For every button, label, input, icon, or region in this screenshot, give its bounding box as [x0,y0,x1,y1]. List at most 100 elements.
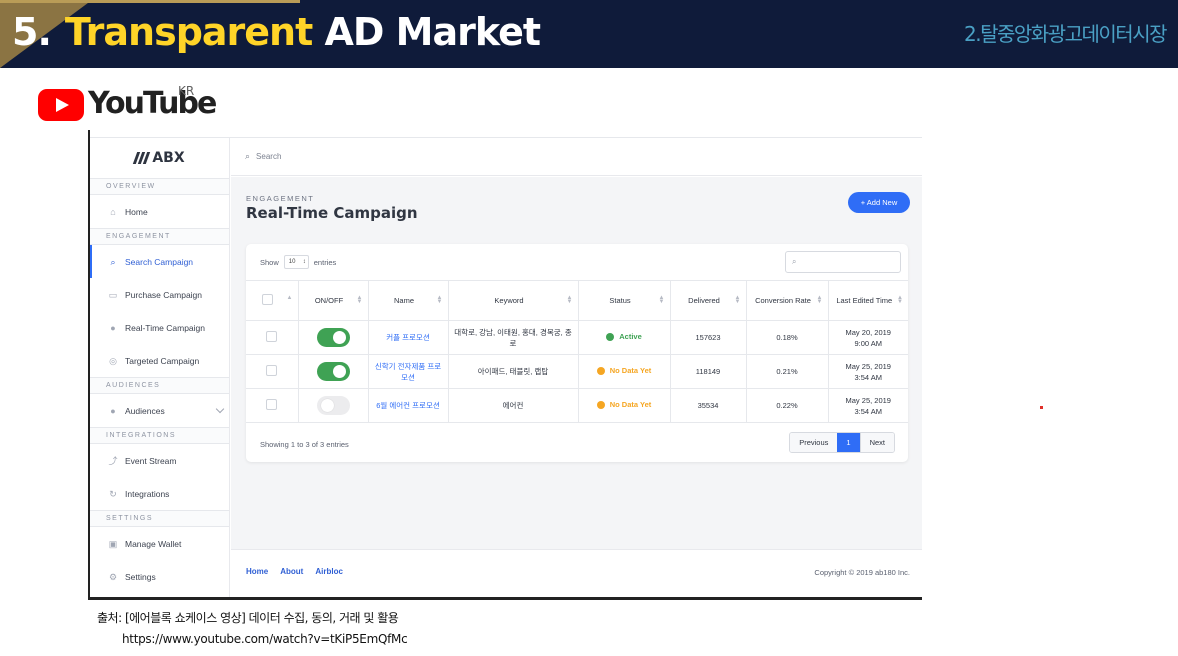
copyright: Copyright © 2019 ab180 Inc. [814,568,910,577]
target-icon: ◎ [109,355,117,366]
column-header-onoff[interactable]: ON/OFF ▲ ▼ [298,280,369,321]
delivered-value: 118149 [695,367,721,376]
row-checkbox[interactable] [266,364,278,376]
status-badge: Active [606,331,642,342]
sidebar-item-integrations[interactable]: ↻ Integrations [90,477,229,510]
entries-select[interactable]: 10 [283,255,309,269]
page-title: Real-Time Campaign [246,204,418,222]
table-row: 6월 에어컨 프로모션 에어컨 No Data Yet 35534 0.22% … [246,388,908,423]
sidebar-item-label: Audiences [125,405,165,416]
sidebar-item-label: Targeted Campaign [125,355,200,366]
search-input[interactable]: Search [256,152,281,161]
footer-link-about[interactable]: About [280,567,303,576]
onoff-toggle[interactable] [316,362,350,381]
row-checkbox[interactable] [266,330,278,342]
conversion-value: 0.22% [776,401,798,410]
source-url: https://www.youtube.com/watch?v=tKiP5EmQ… [122,632,408,646]
status-dot-icon [596,400,605,409]
column-header-keyword[interactable]: Keyword ▲ ▼ [448,280,579,321]
footer-link-home[interactable]: Home [246,567,268,576]
table-search-input[interactable]: ⌕ [785,251,901,273]
wallet-icon: ▣ [108,538,118,549]
sort-icon: ▲ ▼ [734,295,741,305]
sidebar-item-manage-wallet[interactable]: ▣ Manage Wallet [90,527,229,560]
sort-icon: ▲ ▼ [816,295,823,305]
brand[interactable]: ABX [90,138,229,178]
youtube-region: KR [178,84,195,98]
header-gold-line [0,0,300,3]
sync-icon: ↻ [109,488,117,499]
status-dot-icon [606,332,615,341]
source-caption: 출처: [에어블록 쇼케이스 영상] 데이터 수집, 동의, 거래 및 활용 [97,611,399,625]
page-1-button[interactable]: 1 [837,433,860,452]
row-checkbox[interactable] [266,398,278,410]
user-icon: ● [110,405,116,416]
sidebar-item-purchase-campaign[interactable]: ▭ Purchase Campaign [90,278,229,311]
edited-time: 3:54 AM [854,372,883,382]
slide-number: 5. [12,10,52,54]
table-info: Showing 1 to 3 of 3 entries [260,440,349,449]
slide-title-highlight: Transparent [64,10,313,54]
youtube-logo: YouTube KR [38,84,217,124]
sidebar-item-label: Manage Wallet [125,538,182,549]
abx-logo-icon [133,152,151,164]
campaign-name-link[interactable]: 6월 에어컨 프로모션 [376,401,440,410]
table-header-row: ▲ ON/OFF ▲ ▼ Name ▲ ▼ Keyword ▲ ▼ Status ▲ ▼ Del… [246,280,908,321]
sidebar-item-settings[interactable]: ⚙ Settings [90,560,229,593]
sidebar-section-settings: SETTINGS [90,510,229,527]
campaign-name-link[interactable]: 커플 프로모션 [386,333,429,342]
main-content: ENGAGEMENT Real-Time Campaign + Add New … [231,177,922,549]
column-header-name[interactable]: Name ▲ ▼ [368,280,449,321]
column-header-last-edited[interactable]: Last Edited Time ▲ ▼ [828,280,908,321]
column-header-status[interactable]: Status ▲ ▼ [578,280,671,321]
edited-date: May 25, 2019 [845,361,891,371]
sidebar-item-audiences[interactable]: ● Audiences [90,394,229,427]
slide-title: 5. Transparent AD Market [12,10,542,54]
select-all-checkbox[interactable] [262,293,274,305]
sidebar-section-audiences: AUDIENCES [90,377,229,394]
footer-link-airbloc[interactable]: Airbloc [315,567,343,576]
onoff-toggle[interactable] [316,396,350,415]
sidebar-item-label: Real-Time Campaign [125,322,205,333]
realtime-icon: ● [110,322,116,333]
campaign-name-link[interactable]: 신학기 전자제품 프로모션 [375,362,441,382]
gear-icon: ⚙ [108,571,118,582]
edited-date: May 25, 2019 [845,395,891,405]
edited-time: 9:00 AM [854,338,883,348]
sort-icon: ▲ ▼ [658,295,665,305]
campaign-keywords: 에어컨 [502,401,524,410]
app-footer: Home About Airbloc Copyright © 2019 ab18… [231,549,922,597]
app-screenshot: ABX OVERVIEW ⌂ Home ENGAGEMENT ⌕ Search … [88,130,922,600]
next-page-button[interactable]: Next [859,433,894,452]
conversion-value: 0.18% [776,333,798,342]
edited-date: May 20, 2019 [845,327,891,337]
sidebar-item-home[interactable]: ⌂ Home [90,195,229,228]
sidebar-item-realtime-campaign[interactable]: ● Real-Time Campaign [90,311,229,344]
home-icon: ⌂ [110,206,116,217]
onoff-toggle[interactable] [316,328,350,347]
status-badge: No Data Yet [596,365,651,376]
sidebar-item-label: Integrations [125,488,170,499]
page-eyebrow: ENGAGEMENT [246,194,315,203]
credit-card-icon: ▭ [108,289,118,300]
sidebar-item-search-campaign[interactable]: ⌕ Search Campaign [90,245,229,278]
column-header-conversion[interactable]: Conversion Rate ▲ ▼ [746,280,829,321]
column-header-delivered[interactable]: Delivered ▲ ▼ [670,280,747,321]
sort-icon: ▲ [286,295,293,301]
top-search-bar[interactable]: ⌕ Search [231,138,922,176]
campaign-keywords: 대학로, 강남, 이태원, 홍대, 경복궁, 종로 [454,327,572,348]
event-stream-icon: ⤴ [108,455,118,466]
search-icon: ⌕ [245,151,251,161]
add-new-button[interactable]: + Add New [848,192,910,213]
sidebar-item-label: Event Stream [125,455,177,466]
youtube-play-icon [38,89,84,121]
sidebar-item-targeted-campaign[interactable]: ◎ Targeted Campaign [90,344,229,377]
sidebar: ABX OVERVIEW ⌂ Home ENGAGEMENT ⌕ Search … [90,138,230,597]
sort-icon: ▲ ▼ [566,295,573,305]
previous-page-button[interactable]: Previous [790,433,838,452]
select-all-header[interactable]: ▲ [246,280,299,321]
sidebar-item-event-stream[interactable]: ⤴ Event Stream [90,444,229,477]
slide-header: 5. Transparent AD Market 2.탈중앙화광고데이터시장 [0,0,1178,68]
slide-title-rest: AD Market [324,10,542,54]
sidebar-section-overview: OVERVIEW [90,178,229,195]
